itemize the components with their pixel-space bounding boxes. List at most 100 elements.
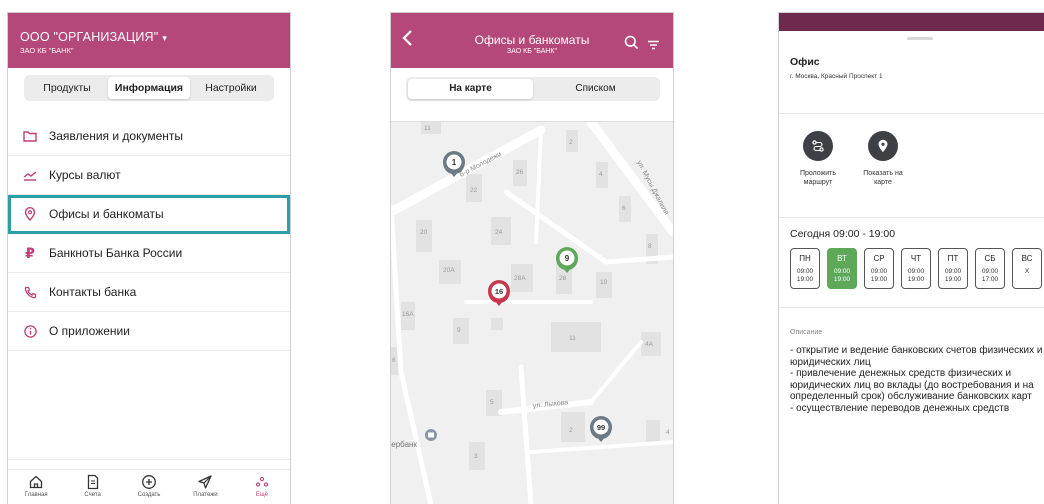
- map-view[interactable]: 11 2 26 4 22 6 20 24 8 20А 28А 28 10 16А…: [391, 117, 673, 504]
- location-pin-icon: [868, 131, 898, 161]
- chevron-down-icon: ▾: [162, 33, 168, 43]
- bottom-sheet: Офис г. Москва, Красный Проспект 1 Проло…: [779, 31, 1044, 504]
- more-icon: [255, 476, 268, 487]
- building-number: 16А: [402, 311, 414, 318]
- day-mon[interactable]: ПН 09:00 19:00: [790, 248, 820, 289]
- divider: [8, 459, 290, 460]
- day-fri[interactable]: ПТ 09:00 19:00: [938, 248, 968, 289]
- day-name: ВС: [1021, 254, 1033, 263]
- day-sat[interactable]: СБ 09:00 17:00: [975, 248, 1005, 289]
- menu-item-label: Офисы и банкоматы: [49, 207, 164, 221]
- organization-selector[interactable]: ООО "ОРГАНИЗАЦИЯ" ▾: [20, 30, 167, 44]
- drag-handle[interactable]: [907, 37, 933, 40]
- day-hours: 09:00 17:00: [981, 268, 999, 283]
- send-icon: [198, 475, 213, 489]
- building-number: 5: [490, 399, 494, 406]
- nav-more[interactable]: Ещё: [234, 470, 290, 504]
- organization-name: ООО "ОРГАНИЗАЦИЯ": [20, 30, 159, 44]
- info-icon: [23, 324, 37, 338]
- info-screen: ООО "ОРГАНИЗАЦИЯ" ▾ ЗАО КБ "БАНК" Продукт…: [7, 12, 291, 504]
- day-wed[interactable]: СР 09:00 19:00: [864, 248, 894, 289]
- nav-label: Счета: [84, 492, 101, 498]
- building-number: 6: [392, 357, 396, 364]
- day-hours: Х: [1024, 268, 1030, 275]
- marker-count: 1: [452, 158, 457, 167]
- offices-map-screen: Офисы и банкоматы ЗАО КБ "БАНК" На карте…: [390, 12, 674, 504]
- menu-item-currency-rates[interactable]: Курсы валют: [8, 156, 290, 195]
- home-icon: [30, 475, 43, 489]
- menu-item-offices-atms[interactable]: Офисы и банкоматы: [8, 195, 290, 234]
- filter-icon[interactable]: [648, 37, 659, 55]
- marker-count: 16: [495, 287, 503, 296]
- view-mode-tabs: На карте Списком: [406, 77, 660, 101]
- info-menu: Заявления и документы Курсы валют Офисы …: [8, 117, 290, 351]
- menu-item-label: Контакты банка: [49, 285, 137, 299]
- building-number: 6: [622, 205, 626, 212]
- day-hours: 09:00 19:00: [796, 268, 814, 283]
- plus-circle-icon: [142, 475, 156, 489]
- tab-products[interactable]: Продукты: [26, 77, 108, 99]
- description-label: Описание: [790, 329, 823, 336]
- day-thu[interactable]: ЧТ 09:00 19:00: [901, 248, 931, 289]
- menu-item-banknotes[interactable]: ₽ Банкноты Банка России: [8, 234, 290, 273]
- menu-item-label: О приложении: [49, 324, 130, 338]
- divider: [779, 217, 1044, 218]
- phone-icon: [23, 285, 37, 299]
- building-number: 22: [470, 187, 478, 194]
- menu-item-about[interactable]: О приложении: [8, 312, 290, 351]
- search-icon[interactable]: [624, 35, 639, 55]
- app-header: ООО "ОРГАНИЗАЦИЯ" ▾ ЗАО КБ "БАНК": [8, 13, 290, 68]
- bottom-navigation: Главная Счета Создать Платежи Ещё: [8, 469, 290, 504]
- divider: [779, 307, 1044, 308]
- map-canvas: 11 2 26 4 22 6 20 24 8 20А 28А 28 10 16А…: [391, 117, 673, 504]
- menu-item-bank-contacts[interactable]: Контакты банка: [8, 273, 290, 312]
- nav-label: Ещё: [255, 492, 268, 498]
- show-on-map-button[interactable]: Показать на карте: [855, 131, 911, 187]
- building-number: 20: [420, 229, 428, 236]
- building-number: 4: [666, 429, 670, 436]
- nav-create[interactable]: Создать: [121, 470, 177, 504]
- chart-line-icon: [23, 168, 37, 182]
- building-number: 10: [600, 279, 608, 286]
- building-number: 2: [569, 139, 573, 146]
- building-number: 11: [424, 125, 431, 132]
- nav-label: Главная: [24, 492, 48, 498]
- nav-label: Создать: [137, 492, 161, 498]
- tab-list[interactable]: Списком: [533, 79, 658, 99]
- building-number: 20А: [443, 267, 455, 274]
- day-hours: 09:00 19:00: [870, 268, 888, 283]
- building-number: 4А: [645, 341, 654, 348]
- ruble-icon: ₽: [25, 244, 35, 261]
- building-number: 9: [457, 327, 461, 334]
- tab-settings[interactable]: Настройки: [190, 77, 272, 99]
- building-number: 3: [474, 453, 478, 460]
- day-name: ВТ: [837, 254, 847, 263]
- nav-accounts[interactable]: Счета: [64, 470, 120, 504]
- day-name: СР: [873, 254, 885, 263]
- building-number: 8: [648, 243, 652, 250]
- day-name: ПН: [799, 254, 811, 263]
- weekly-schedule: ПН 09:00 19:00 ВТ 09:00 19:00 СР 09:00 19:0…: [790, 248, 1042, 289]
- route-button[interactable]: Проложить маршрут: [790, 131, 846, 187]
- office-address: г. Москва, Красный Проспект 1: [790, 73, 883, 80]
- office-title: Офис: [790, 56, 820, 68]
- menu-item-label: Банкноты Банка России: [49, 246, 183, 260]
- menu-item-label: Курсы валют: [49, 168, 121, 182]
- day-name: СБ: [984, 254, 996, 263]
- building-number: 11: [569, 335, 576, 342]
- action-label: Показать на карте: [863, 170, 903, 186]
- day-sun[interactable]: ВС Х: [1012, 248, 1042, 289]
- day-hours: 09:00 19:00: [833, 268, 851, 283]
- building-number: 26: [516, 169, 524, 176]
- tab-map[interactable]: На карте: [408, 79, 533, 99]
- poi-label: Сбербанк: [391, 440, 417, 449]
- route-icon: [803, 131, 833, 161]
- day-hours: 09:00 19:00: [944, 268, 962, 283]
- tab-information[interactable]: Информация: [108, 77, 190, 99]
- nav-payments[interactable]: Платежи: [177, 470, 233, 504]
- building-number: 4: [599, 171, 603, 178]
- day-tue[interactable]: ВТ 09:00 19:00: [827, 248, 857, 289]
- nav-home[interactable]: Главная: [8, 470, 64, 504]
- today-hours: Сегодня 09:00 - 19:00: [790, 228, 896, 240]
- menu-item-documents[interactable]: Заявления и документы: [8, 117, 290, 156]
